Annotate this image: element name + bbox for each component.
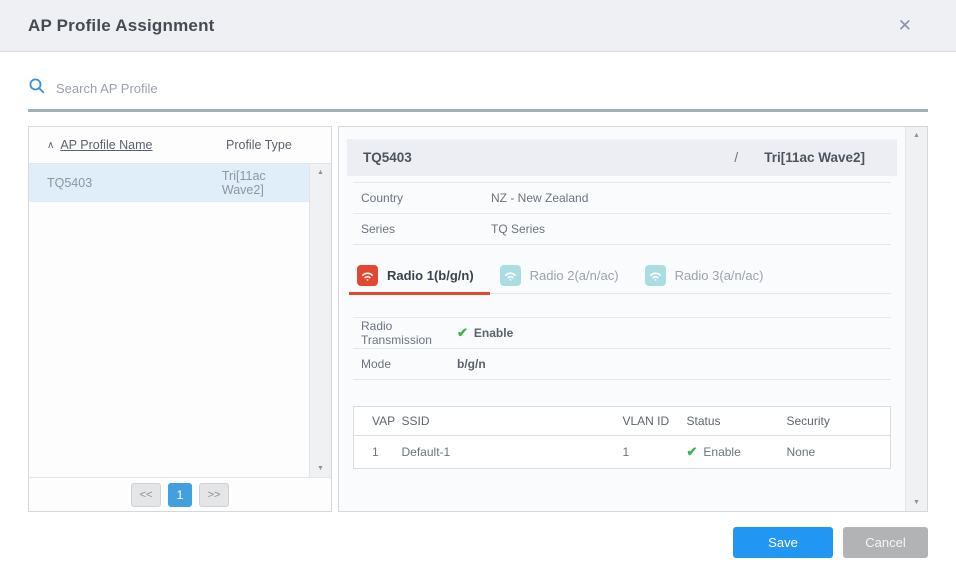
tab-radio-3[interactable]: Radio 3(a/n/ac): [641, 257, 780, 293]
tab-radio-1-label: Radio 1(b/g/n): [387, 268, 474, 283]
panels-container: ∧ AP Profile Name Profile Type TQ5403 Tr…: [28, 126, 928, 512]
mode-label: Mode: [361, 357, 457, 371]
search-icon: [28, 77, 46, 100]
vap-header: VAP: [354, 407, 396, 436]
profile-list-panel: ∧ AP Profile Name Profile Type TQ5403 Tr…: [28, 126, 332, 512]
profile-rows: TQ5403 Tri[11ac Wave2]: [29, 164, 309, 477]
detail-fields: Country NZ - New Zealand Series TQ Serie…: [353, 182, 891, 245]
profile-name-cell: TQ5403: [47, 176, 222, 190]
search-input[interactable]: [56, 81, 928, 96]
field-row-country: Country NZ - New Zealand: [353, 183, 891, 214]
dialog-header: AP Profile Assignment ✕: [0, 0, 956, 52]
field-value-series: TQ Series: [491, 222, 545, 236]
pagination: << 1 >>: [29, 477, 331, 511]
scroll-up-icon[interactable]: ▲: [317, 169, 324, 176]
scroll-down-icon[interactable]: ▼: [317, 465, 324, 472]
ssid-header: SSID: [396, 407, 623, 436]
check-icon: ✔: [687, 444, 698, 460]
profile-list-header: ∧ AP Profile Name Profile Type: [29, 127, 331, 164]
mode-value: b/g/n: [457, 357, 486, 371]
security-cell: None: [787, 436, 891, 469]
sort-ascending-icon[interactable]: ∧: [47, 140, 54, 151]
profile-row-tq5403[interactable]: TQ5403 Tri[11ac Wave2]: [29, 164, 309, 202]
scroll-down-icon[interactable]: ▼: [913, 499, 920, 506]
save-button[interactable]: Save: [733, 527, 833, 558]
radio-settings: Radio Transmission ✔ Enable Mode b/g/n: [353, 317, 891, 380]
tab-radio-2-label: Radio 2(a/n/ac): [530, 268, 619, 283]
radio-transmission-label: Radio Transmission: [361, 319, 457, 347]
cancel-button[interactable]: Cancel: [843, 527, 928, 558]
table-row: 1 Default-1 1 ✔ Enable None: [354, 436, 891, 469]
detail-separator: /: [734, 150, 738, 165]
wifi-icon: [645, 265, 666, 286]
field-label-series: Series: [361, 222, 491, 236]
radio-tabs: Radio 1(b/g/n) Radio 2(a/n/ac): [353, 257, 891, 294]
radio-transmission-row: Radio Transmission ✔ Enable: [353, 318, 891, 349]
profile-list-body: TQ5403 Tri[11ac Wave2] ▲ ▼: [29, 164, 331, 477]
dialog-footer: Save Cancel: [733, 527, 928, 558]
pagination-prev-button[interactable]: <<: [131, 483, 161, 507]
check-icon: ✔: [457, 325, 468, 341]
field-label-country: Country: [361, 191, 491, 205]
page-title: AP Profile Assignment: [28, 16, 215, 36]
detail-profile-type: Tri[11ac Wave2]: [764, 150, 865, 165]
vlan-id-cell: 1: [623, 436, 687, 469]
search-bar: [28, 77, 928, 112]
vlan-id-header: VLAN ID: [623, 407, 687, 436]
tab-radio-3-label: Radio 3(a/n/ac): [675, 268, 764, 283]
detail-title-bar: TQ5403 / Tri[11ac Wave2]: [347, 139, 897, 176]
column-label-name[interactable]: AP Profile Name: [60, 138, 152, 152]
scroll-up-icon[interactable]: ▲: [913, 132, 920, 139]
tab-radio-2[interactable]: Radio 2(a/n/ac): [496, 257, 635, 293]
profile-list-scrollbar[interactable]: ▲ ▼: [309, 164, 331, 477]
radio-transmission-value: Enable: [474, 326, 513, 340]
ap-profile-assignment-dialog: AP Profile Assignment ✕ ∧ AP Profile Nam…: [0, 0, 956, 578]
field-row-series: Series TQ Series: [353, 214, 891, 245]
pagination-next-button[interactable]: >>: [199, 483, 229, 507]
mode-row: Mode b/g/n: [353, 349, 891, 380]
security-header: Security: [787, 407, 891, 436]
ssid-cell: Default-1: [396, 436, 623, 469]
column-header-profile-type: Profile Type: [226, 138, 292, 152]
wifi-icon: [357, 265, 378, 286]
vap-table-header-row: VAP SSID VLAN ID Status Security: [354, 407, 891, 436]
close-icon[interactable]: ✕: [898, 17, 912, 34]
status-cell: ✔ Enable: [687, 436, 787, 469]
detail-scrollbar[interactable]: ▲ ▼: [905, 127, 927, 511]
pagination-page-1-button[interactable]: 1: [168, 483, 192, 507]
column-header-ap-profile-name[interactable]: ∧ AP Profile Name: [47, 138, 226, 152]
vap-cell: 1: [354, 436, 396, 469]
profile-type-cell: Tri[11ac Wave2]: [222, 169, 309, 197]
vap-table: VAP SSID VLAN ID Status Security 1 Defau…: [353, 406, 891, 469]
status-value: Enable: [703, 445, 740, 459]
profile-detail-panel: TQ5403 / Tri[11ac Wave2] Country NZ - Ne…: [338, 126, 928, 512]
tab-radio-1[interactable]: Radio 1(b/g/n): [353, 257, 490, 293]
status-header: Status: [687, 407, 787, 436]
field-value-country: NZ - New Zealand: [491, 191, 588, 205]
profile-detail-content: TQ5403 / Tri[11ac Wave2] Country NZ - Ne…: [339, 127, 905, 511]
wifi-icon: [500, 265, 521, 286]
detail-profile-name: TQ5403: [363, 150, 412, 165]
